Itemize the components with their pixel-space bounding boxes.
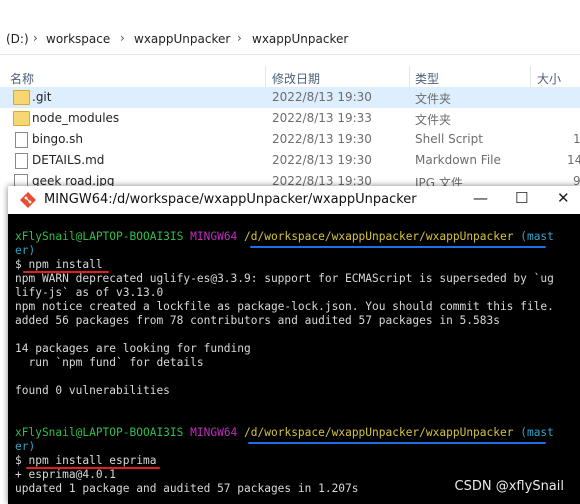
folder-icon: [13, 111, 30, 126]
annotation-underline-blue: [248, 442, 546, 444]
output-line: run `npm fund` for details: [15, 356, 204, 369]
prompt-branch-wrap: er): [15, 440, 36, 453]
output-line: added 56 packages from 78 contributors a…: [15, 314, 500, 327]
prompt-user: xFlySnail@LAPTOP-BOOAI3IS: [15, 426, 184, 439]
prompt-branch: (mast: [520, 230, 554, 243]
file-row[interactable]: bingo.sh 2022/8/13 19:30 Shell Script 1: [0, 129, 580, 150]
prompt-path: /d/workspace/wxappUnpacker/wxappUnpacker: [244, 230, 514, 243]
breadcrumb-workspace[interactable]: workspace: [46, 32, 110, 46]
terminal-title-bar[interactable]: MINGW64:/d/workspace/wxappUnpacker/wxapp…: [8, 186, 580, 214]
csdn-watermark: CSDN @xflySnail: [454, 479, 564, 494]
address-bar[interactable]: (D:) › workspace › wxappUnpacker › wxapp…: [0, 26, 580, 55]
close-button[interactable]: ✕: [557, 189, 570, 207]
prompt-env: MINGW64: [190, 426, 238, 439]
file-modified: 2022/8/13 19:30: [272, 153, 372, 167]
chevron-right-icon: ›: [33, 31, 38, 45]
chevron-right-icon: ›: [120, 31, 125, 45]
output-line: found 0 vulnerabilities: [15, 384, 170, 397]
column-divider[interactable]: [409, 66, 410, 88]
command-line: $ npm install: [15, 258, 103, 271]
file-type: Markdown File: [415, 153, 501, 167]
output-line: updated 1 package and audited 57 package…: [15, 482, 359, 495]
breadcrumb-drive[interactable]: (D:): [6, 32, 29, 46]
file-name: bingo.sh: [32, 132, 83, 146]
column-divider[interactable]: [530, 66, 531, 88]
git-bash-icon: [20, 192, 36, 208]
file-row[interactable]: DETAILS.md 2022/8/13 19:30 Markdown File…: [0, 150, 580, 171]
document-icon: [15, 132, 28, 148]
file-name: DETAILS.md: [32, 153, 105, 167]
file-name: .git: [32, 90, 52, 104]
prompt-path: /d/workspace/wxappUnpacker/wxappUnpacker: [244, 426, 514, 439]
file-type: 文件夹: [415, 113, 452, 127]
terminal-output[interactable]: xFlySnail@LAPTOP-BOOAI3IS MINGW64 /d/wor…: [8, 214, 580, 504]
file-type: Shell Script: [415, 132, 483, 146]
column-divider[interactable]: [265, 66, 266, 88]
maximize-button[interactable]: ☐: [515, 189, 528, 207]
file-size: 14: [567, 153, 580, 167]
file-row[interactable]: node_modules 2022/8/13 19:33 文件夹: [0, 108, 580, 129]
column-name[interactable]: 名称: [10, 70, 34, 87]
prompt-user: xFlySnail@LAPTOP-BOOAI3IS: [15, 230, 184, 243]
prompt-branch-wrap: er): [15, 244, 36, 257]
output-line: npm notice created a lockfile as package…: [15, 300, 554, 313]
output-line: lify-js` as of v3.13.0: [15, 286, 164, 299]
prompt-line: xFlySnail@LAPTOP-BOOAI3IS MINGW64 /d/wor…: [15, 230, 554, 244]
breadcrumb-wxappunpacker[interactable]: wxappUnpacker: [134, 32, 230, 46]
command-line: $ npm install esprima: [15, 454, 157, 467]
file-modified: 2022/8/13 19:30: [272, 132, 372, 146]
column-size[interactable]: 大小: [537, 70, 561, 87]
file-modified: 2022/8/13 19:30: [272, 90, 372, 104]
minimize-button[interactable]: —: [473, 189, 488, 207]
column-type[interactable]: 类型: [415, 70, 439, 87]
terminal-title: MINGW64:/d/workspace/wxappUnpacker/wxapp…: [44, 192, 417, 207]
output-line: 14 packages are looking for funding: [15, 342, 251, 355]
prompt-branch: (mast: [520, 426, 554, 439]
column-modified[interactable]: 修改日期: [272, 70, 320, 87]
prompt-env: MINGW64: [190, 230, 238, 243]
chevron-right-icon: ›: [237, 31, 242, 45]
file-size: 1: [573, 132, 580, 146]
file-name: node_modules: [32, 111, 120, 125]
prompt-line: xFlySnail@LAPTOP-BOOAI3IS MINGW64 /d/wor…: [15, 426, 554, 440]
folder-icon: [13, 90, 30, 105]
file-list-header: 名称 修改日期 类型 大小: [0, 66, 580, 88]
output-line: npm WARN deprecated uglify-es@3.3.9: sup…: [15, 272, 554, 285]
output-line: + esprima@4.0.1: [15, 468, 117, 481]
document-icon: [15, 153, 28, 169]
terminal-window[interactable]: MINGW64:/d/workspace/wxappUnpacker/wxapp…: [8, 186, 580, 504]
file-modified: 2022/8/13 19:33: [272, 111, 372, 125]
annotation-underline-blue: [250, 246, 546, 248]
file-type: 文件夹: [415, 92, 452, 106]
breadcrumb-wxappunpacker-current[interactable]: wxappUnpacker: [252, 32, 348, 46]
file-row[interactable]: .git 2022/8/13 19:30 文件夹: [0, 87, 580, 108]
